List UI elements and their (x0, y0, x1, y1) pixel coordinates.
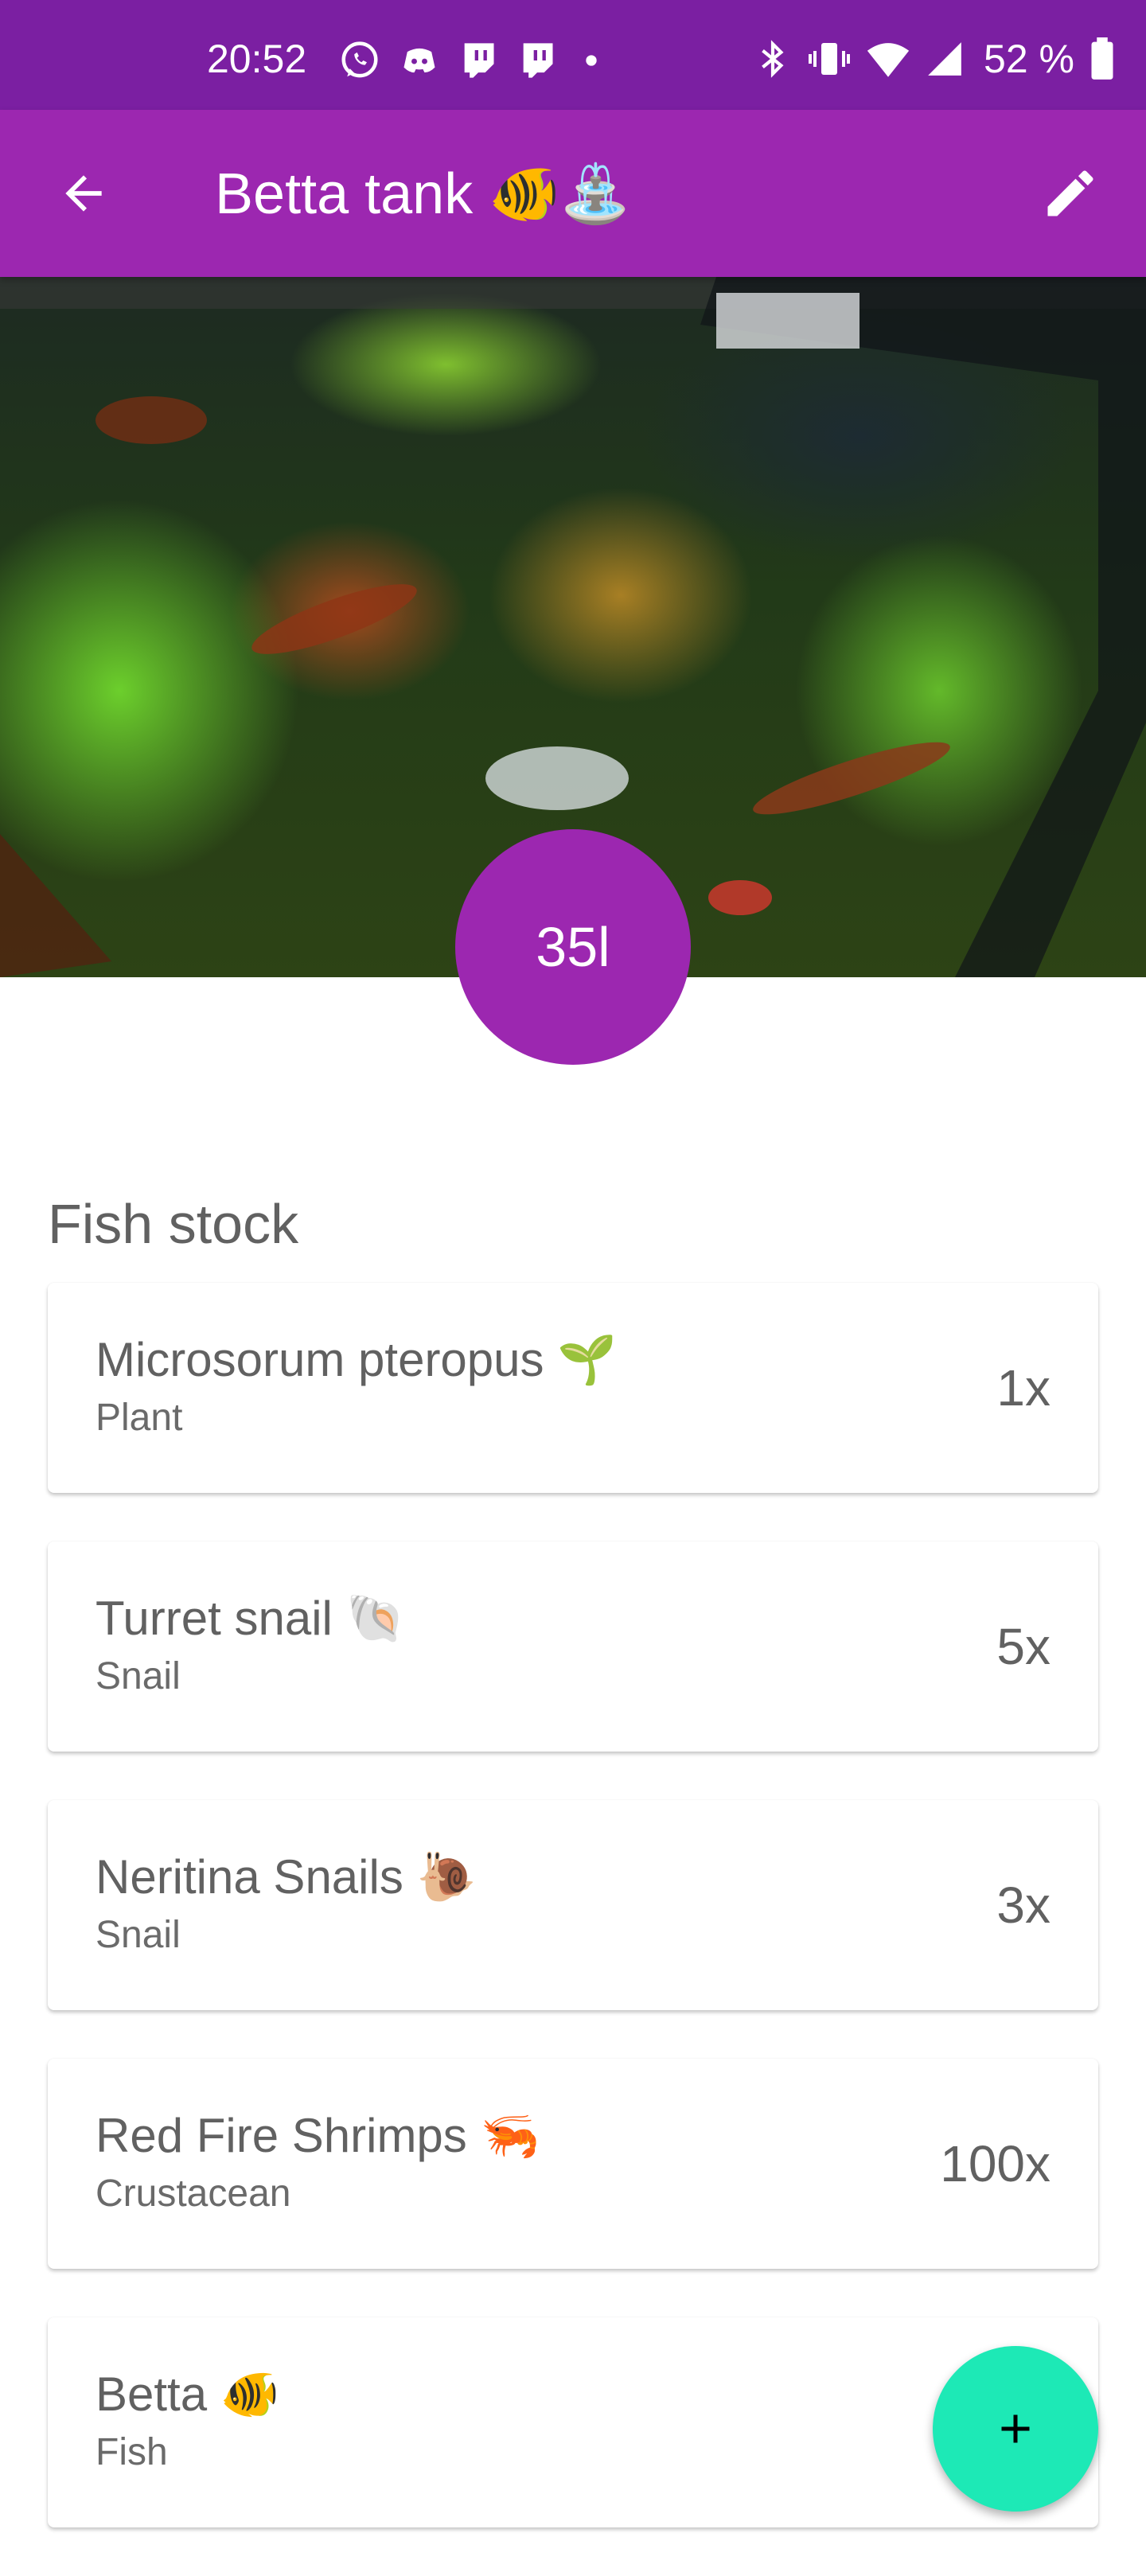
stock-item-quantity: 5x (996, 1618, 1050, 1675)
twitch-icon (458, 40, 499, 81)
arrow-left-icon (65, 175, 102, 212)
stock-item-type: Plant (96, 1397, 183, 1439)
stock-item-name: Microsorum pteropus 🌱 (96, 1333, 617, 1386)
wifi-icon (866, 39, 910, 79)
stock-item-neritina-snails[interactable]: Neritina Snails 🐌 Snail 3x (48, 1800, 1098, 2010)
stock-item-quantity: 1x (996, 1359, 1050, 1417)
stock-item-type: Fish (96, 2431, 168, 2473)
edit-button[interactable] (1035, 158, 1106, 229)
stock-item-type: Snail (96, 1655, 181, 1697)
battery-icon (1089, 37, 1116, 80)
stock-item-quantity: 100x (940, 2135, 1050, 2192)
app-bar: Betta tank 🐠⛲ (0, 110, 1146, 277)
back-button[interactable] (48, 158, 119, 229)
add-stock-button[interactable] (933, 2346, 1098, 2512)
stock-item-microsorum-pteropus[interactable]: Microsorum pteropus 🌱 Plant 1x (48, 1283, 1098, 1493)
notification-icons (338, 37, 607, 84)
page-title: Betta tank 🐠⛲ (215, 162, 632, 226)
stock-item-type: Snail (96, 1914, 181, 1956)
stock-item-red-fire-shrimps[interactable]: Red Fire Shrimps 🦐 Crustacean 100x (48, 2059, 1098, 2269)
stock-item-name: Betta 🐠 (96, 2368, 280, 2421)
stock-item-name: Turret snail 🐚 (96, 1592, 406, 1645)
system-icons: 52 % (753, 35, 1116, 83)
fish-stock-list: Microsorum pteropus 🌱 Plant 1x Turret sn… (48, 1283, 1098, 2576)
whatsapp-icon (338, 39, 381, 82)
bluetooth-icon (753, 39, 793, 79)
dot-icon (575, 45, 607, 76)
stock-item-quantity: 3x (996, 1876, 1050, 1934)
plus-icon (1001, 2414, 1030, 2443)
status-bar: 20:52 52 % (0, 0, 1146, 110)
discord-icon (399, 40, 440, 81)
vibrate-icon (807, 39, 852, 79)
signal-icon (925, 39, 965, 79)
pencil-icon (1047, 170, 1093, 216)
stock-item-turret-snail[interactable]: Turret snail 🐚 Snail 5x (48, 1541, 1098, 1752)
stock-item-name: Neritina Snails 🐌 (96, 1850, 477, 1904)
fish-stock-title: Fish stock (48, 1193, 299, 1255)
twitch-icon (516, 40, 558, 81)
tank-volume-badge: 35l (455, 829, 691, 1065)
stock-item-type: Crustacean (96, 2173, 291, 2215)
battery-percentage: 52 % (984, 37, 1074, 81)
status-time: 20:52 (207, 37, 307, 81)
stock-item-name: Red Fire Shrimps 🦐 (96, 2109, 540, 2162)
